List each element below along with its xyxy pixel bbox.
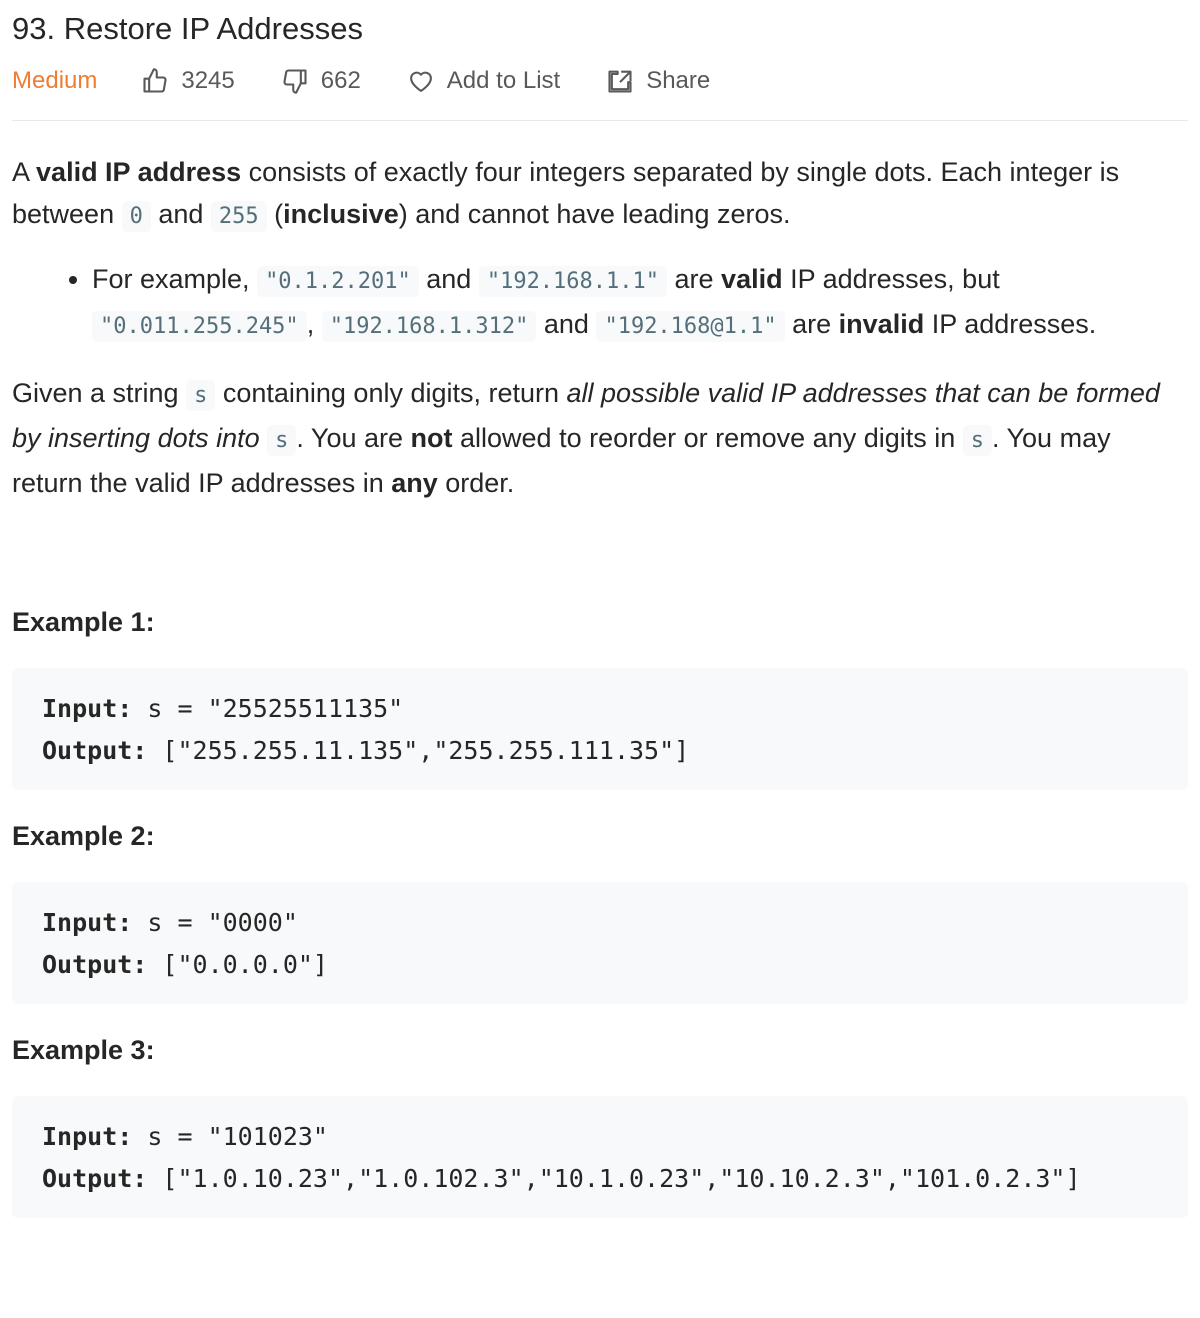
share-icon <box>608 70 632 93</box>
bold-text: valid IP address <box>36 157 242 187</box>
text: ( <box>266 199 284 229</box>
text: For example, <box>92 264 258 294</box>
example-2-block: Input: s = "0000" Output: ["0.0.0.0"] <box>12 882 1188 1004</box>
text: containing only digits, return <box>215 378 567 408</box>
text: allowed to reorder or remove any digits … <box>452 423 963 453</box>
difficulty-label: Medium <box>12 67 98 94</box>
example-output-row: Output: ["0.0.0.0"] <box>42 944 1158 986</box>
like-count: 3245 <box>181 67 235 94</box>
problem-title: 93. Restore IP Addresses <box>12 11 363 46</box>
output-label: Output: <box>42 1164 148 1193</box>
output-value: ["255.255.11.135","255.255.111.35"] <box>147 736 690 765</box>
bold-text: inclusive <box>283 199 399 229</box>
text: are <box>667 264 722 294</box>
text: order. <box>437 468 515 498</box>
input-label: Input: <box>42 694 133 723</box>
example-output-row: Output: ["255.255.11.135","255.255.111.3… <box>42 730 1158 772</box>
example-input-row: Input: s = "0000" <box>42 902 1158 944</box>
inline-code: s <box>267 425 297 456</box>
like-button[interactable]: 3245 <box>141 67 235 95</box>
input-value: s = "101023" <box>132 1122 328 1151</box>
example-input-row: Input: s = "25525511135" <box>42 688 1158 730</box>
examples-list: For example, "0.1.2.201" and "192.168.1.… <box>12 258 1188 348</box>
text: and <box>536 309 597 339</box>
bold-text: not <box>410 423 453 453</box>
problem-description: A valid IP address consists of exactly f… <box>12 151 1188 1218</box>
text: ) and cannot have leading zeros. <box>398 199 791 229</box>
bold-text: invalid <box>838 309 925 339</box>
inline-code: s <box>962 425 992 456</box>
add-to-list-label: Add to List <box>446 67 561 94</box>
example-input-row: Input: s = "101023" <box>42 1116 1158 1158</box>
text: , <box>306 309 322 339</box>
output-label: Output: <box>42 950 148 979</box>
inline-code: 255 <box>210 201 267 232</box>
text: IP addresses. <box>924 309 1097 339</box>
dislike-button[interactable]: 662 <box>281 67 361 95</box>
input-value: s = "25525511135" <box>132 694 404 723</box>
output-value: ["0.0.0.0"] <box>147 950 328 979</box>
thumbs-up-icon <box>143 68 167 93</box>
add-to-list-button[interactable]: Add to List <box>407 67 560 95</box>
share-label: Share <box>646 67 711 94</box>
thumbs-down-icon <box>283 69 307 94</box>
example-3-block: Input: s = "101023" Output: ["1.0.10.23"… <box>12 1096 1188 1218</box>
text: A <box>12 157 37 187</box>
heart-icon <box>409 71 432 92</box>
inline-code: 0 <box>121 201 151 232</box>
example-output-row: Output: ["1.0.10.23","1.0.102.3","10.1.0… <box>42 1158 1158 1200</box>
output-value: ["1.0.10.23","1.0.102.3","10.1.0.23","10… <box>147 1164 1081 1193</box>
example-1-block: Input: s = "25525511135" Output: ["255.2… <box>12 668 1188 790</box>
description-paragraph-1: A valid IP address consists of exactly f… <box>12 151 1188 238</box>
example-2-heading: Example 2: <box>12 821 155 851</box>
problem-meta-bar: Medium 3245 662 Add to List Share <box>12 52 1188 121</box>
text: are <box>784 309 839 339</box>
inline-code: "192.168.1.312" <box>321 311 537 342</box>
bold-text: valid <box>721 264 783 294</box>
description-paragraph-2: Given a string s containing only digits,… <box>12 372 1188 504</box>
share-button[interactable]: Share <box>606 67 710 95</box>
inline-code: "192.168.1.1" <box>478 266 668 297</box>
list-item: For example, "0.1.2.201" and "192.168.1.… <box>92 258 1188 348</box>
inline-code: "0.1.2.201" <box>257 266 419 297</box>
text: and <box>150 199 211 229</box>
example-3-heading: Example 3: <box>12 1035 155 1065</box>
output-label: Output: <box>42 736 148 765</box>
inline-code: "192.168@1.1" <box>596 311 785 342</box>
inline-code: "0.011.255.245" <box>92 311 307 342</box>
inline-code: s <box>186 380 216 411</box>
text: and <box>418 264 479 294</box>
text: . You are <box>296 423 411 453</box>
example-1-heading: Example 1: <box>12 607 155 637</box>
input-label: Input: <box>42 1122 133 1151</box>
dislike-count: 662 <box>320 67 361 94</box>
text: Given a string <box>12 378 187 408</box>
input-label: Input: <box>42 908 133 937</box>
text: IP addresses, but <box>782 264 1000 294</box>
input-value: s = "0000" <box>132 908 298 937</box>
bold-text: any <box>391 468 438 498</box>
